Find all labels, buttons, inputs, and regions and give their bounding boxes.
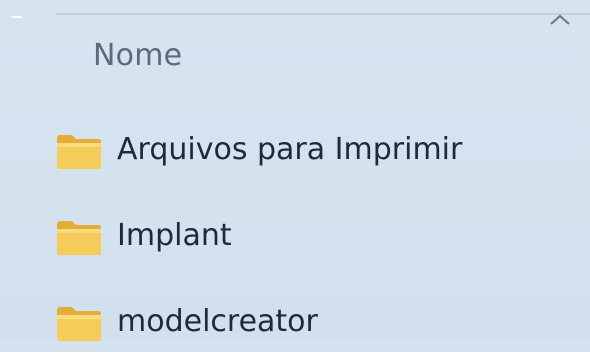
folder-icon <box>57 307 101 341</box>
window-corner-mark <box>12 16 22 18</box>
column-header-name[interactable]: Nome <box>93 38 182 73</box>
folder-icon <box>57 221 101 255</box>
list-item[interactable]: Arquivos para Imprimir <box>0 126 590 180</box>
list-item[interactable]: Implant <box>0 212 590 266</box>
column-header-divider <box>56 13 590 15</box>
list-item-label: modelcreator <box>117 304 318 339</box>
list-item[interactable]: modelcreator <box>0 298 590 352</box>
list-item-label: Implant <box>117 218 232 253</box>
file-list-pane: Nome Arquivos para Imprimir Implant mode… <box>0 0 590 341</box>
folder-icon <box>57 135 101 169</box>
list-item-label: Arquivos para Imprimir <box>117 132 463 167</box>
sort-ascending-icon[interactable] <box>548 12 572 28</box>
